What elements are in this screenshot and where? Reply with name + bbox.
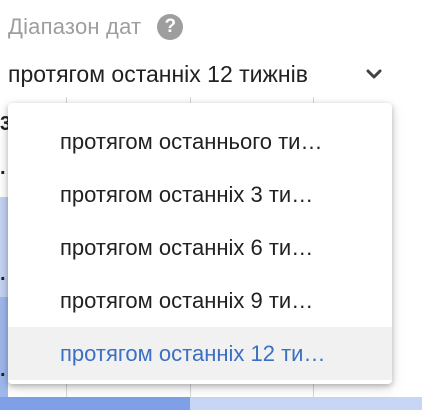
date-range-selected-value: протягом останніх 12 тижнів xyxy=(8,60,308,87)
background-glyph: . xyxy=(0,157,6,179)
chevron-down-icon xyxy=(366,69,382,79)
date-range-header: Діапазон дат ? xyxy=(8,12,184,42)
menu-item-last-6-weeks[interactable]: протягом останніх 6 ти… xyxy=(8,221,392,274)
menu-item-last-12-weeks[interactable]: протягом останніх 12 ти… xyxy=(8,327,392,380)
background-glyph: . xyxy=(0,359,6,381)
date-range-label: Діапазон дат xyxy=(8,14,142,39)
menu-item-last-week[interactable]: протягом останнього ти… xyxy=(8,115,392,168)
menu-item-last-9-weeks[interactable]: протягом останніх 9 ти… xyxy=(8,274,392,327)
question-circle-icon[interactable]: ? xyxy=(157,14,184,40)
background-glyph: 3 xyxy=(0,113,8,135)
background-glyph: . xyxy=(0,263,6,285)
background-table-row xyxy=(0,397,422,410)
date-range-selector-screen: 3 . . . Діапазон дат ? протягом останніх… xyxy=(0,0,422,410)
menu-item-last-3-weeks[interactable]: протягом останніх 3 ти… xyxy=(8,168,392,221)
date-range-dropdown[interactable]: протягом останніх 12 тижнів xyxy=(8,56,392,92)
date-range-menu: протягом останнього ти… протягом останні… xyxy=(8,103,392,384)
